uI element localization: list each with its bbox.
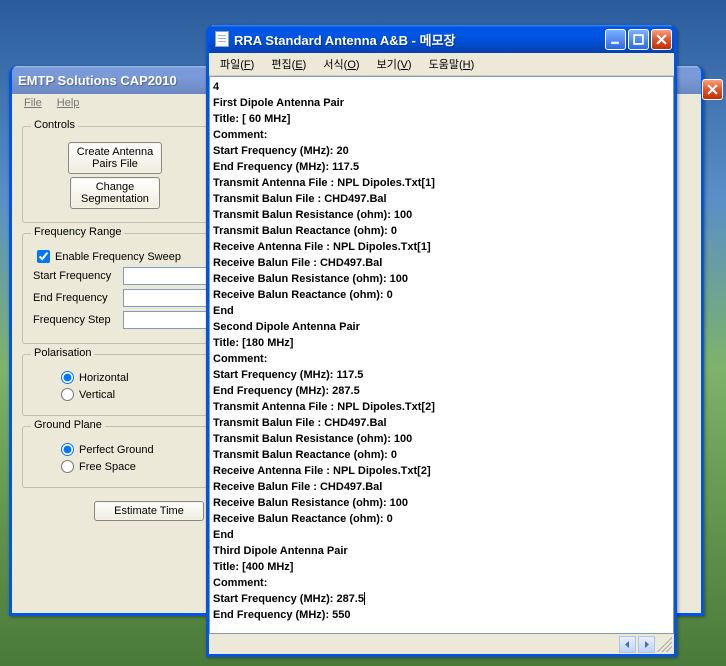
polarisation-vertical-radio[interactable]	[61, 388, 74, 401]
polarisation-horizontal-label: Horizontal	[79, 372, 129, 384]
perfect-ground-label: Perfect Ground	[79, 444, 154, 456]
menu-file[interactable]: File	[18, 95, 48, 111]
horizontal-scrollbar	[209, 634, 674, 654]
frequency-range-legend: Frequency Range	[31, 226, 124, 238]
notepad-menubar: 파일(F) 편집(E) 서식(O) 보기(V) 도움말(H)	[209, 53, 674, 76]
enable-sweep-label: Enable Frequency Sweep	[55, 251, 181, 263]
controls-group: Controls Create Antenna Pairs File Chang…	[22, 126, 208, 223]
menu-view[interactable]: 보기(V)	[370, 57, 419, 73]
menu-format[interactable]: 서식(O)	[316, 57, 366, 73]
notepad-titlebar[interactable]: RRA Standard Antenna A&B - 메모장	[209, 25, 674, 53]
ground-plane-group: Ground Plane Perfect Ground Free Space	[22, 426, 208, 488]
controls-legend: Controls	[31, 119, 78, 131]
notepad-text-area[interactable]: 4 First Dipole Antenna Pair Title: [ 60 …	[209, 76, 674, 634]
chevron-left-icon	[624, 641, 631, 648]
end-freq-label: End Frequency	[33, 292, 123, 304]
close-button[interactable]	[651, 29, 672, 50]
notepad-content: 4 First Dipole Antenna Pair Title: [ 60 …	[213, 81, 435, 605]
ground-plane-legend: Ground Plane	[31, 419, 105, 431]
close-icon	[707, 84, 718, 95]
scroll-right-button[interactable]	[638, 636, 655, 653]
polarisation-legend: Polarisation	[31, 347, 94, 359]
notepad-title: RRA Standard Antenna A&B - 메모장	[234, 30, 605, 49]
free-space-label: Free Space	[79, 461, 136, 473]
enable-sweep-checkbox[interactable]	[37, 250, 50, 263]
menu-help[interactable]: Help	[51, 95, 86, 111]
minimize-button[interactable]	[605, 29, 626, 50]
polarisation-horizontal-radio[interactable]	[61, 371, 74, 384]
free-space-radio[interactable]	[61, 460, 74, 473]
chevron-right-icon	[643, 641, 650, 648]
text-caret	[364, 592, 365, 605]
notepad-content-tail: End Frequency (MHz): 550	[213, 609, 351, 621]
scroll-left-button[interactable]	[619, 636, 636, 653]
maximize-button[interactable]	[628, 29, 649, 50]
estimate-time-button[interactable]: Estimate Time	[94, 501, 204, 521]
minimize-icon	[610, 34, 621, 45]
maximize-icon	[633, 34, 644, 45]
document-icon	[215, 31, 229, 47]
change-segmentation-button[interactable]: Change Segmentation	[70, 177, 160, 209]
polarisation-group: Polarisation Horizontal Vertical	[22, 354, 208, 416]
menu-help[interactable]: 도움말(H)	[422, 57, 482, 73]
start-freq-label: Start Frequency	[33, 270, 123, 282]
create-antenna-pairs-button[interactable]: Create Antenna Pairs File	[68, 142, 162, 174]
perfect-ground-radio[interactable]	[61, 443, 74, 456]
frequency-range-group: Frequency Range Enable Frequency Sweep S…	[22, 233, 208, 344]
close-icon	[656, 34, 667, 45]
menu-edit[interactable]: 편집(E)	[264, 57, 313, 73]
menu-file[interactable]: 파일(F)	[213, 57, 261, 73]
notepad-window: RRA Standard Antenna A&B - 메모장 파일(F) 편집(…	[206, 25, 677, 657]
resize-grip[interactable]	[657, 637, 672, 652]
polarisation-vertical-label: Vertical	[79, 389, 115, 401]
background-close-button[interactable]	[702, 79, 723, 100]
freq-step-label: Frequency Step	[33, 314, 123, 326]
